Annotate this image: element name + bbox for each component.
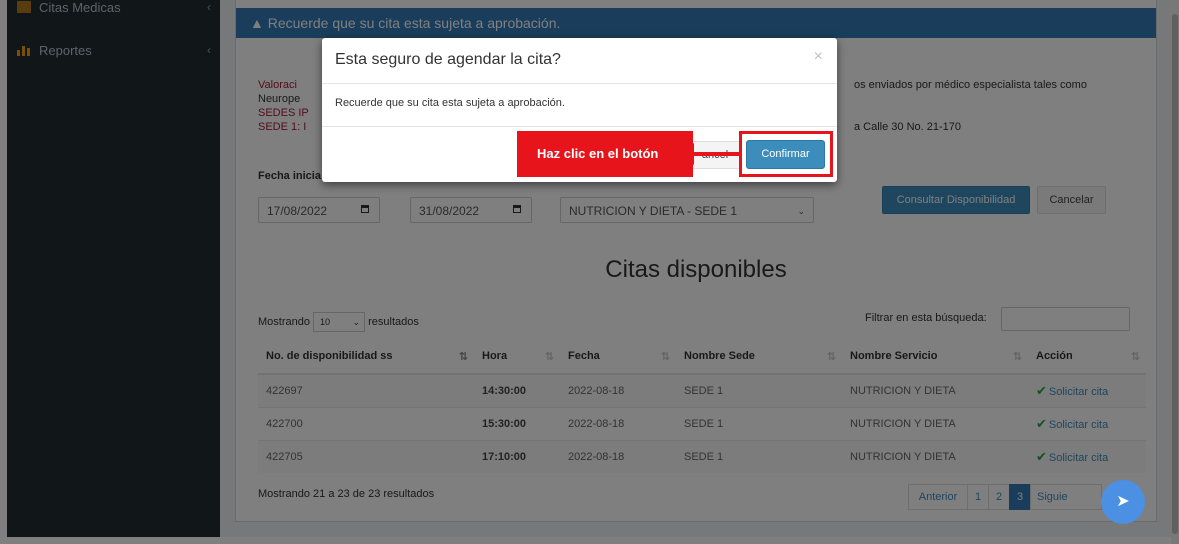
instruction-callout: Haz clic en el botón <box>517 131 693 177</box>
app-window: Citas Medicas ‹ Reportes ‹ ▲ Recuerde qu… <box>0 0 1179 544</box>
close-icon[interactable]: × <box>814 48 823 66</box>
modal-body: Recuerde que su cita esta sujeta a aprob… <box>335 97 565 109</box>
divider <box>322 83 837 84</box>
arrow-left-icon <box>678 143 694 165</box>
send-icon[interactable]: ➤ <box>1101 480 1145 524</box>
confirm-highlight-box <box>739 131 833 177</box>
divider <box>322 126 837 127</box>
arrow-shaft <box>693 152 741 156</box>
modal-title: Esta seguro de agendar la cita? <box>335 51 561 68</box>
